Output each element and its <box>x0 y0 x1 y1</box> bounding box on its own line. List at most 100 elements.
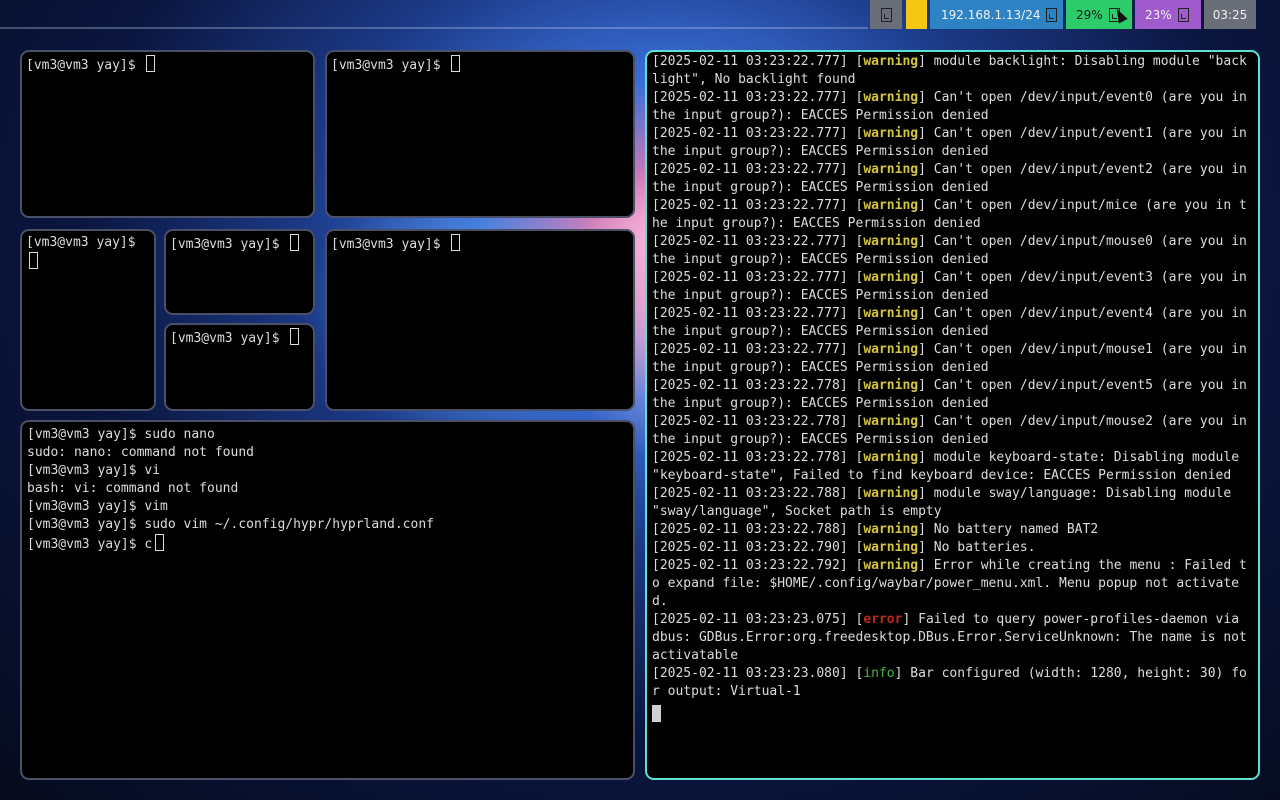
log-entry: [2025-02-11 03:23:22.777] [warning] Can'… <box>652 198 1247 231</box>
log-level: warning <box>863 126 919 141</box>
log-timestamp: [2025-02-11 03:23:22.778] <box>652 450 848 465</box>
log-level: warning <box>863 342 919 357</box>
terminal-text: [vm3@vm3 yay]$ <box>331 237 449 252</box>
terminal-line: [vm3@vm3 yay]$ <box>170 328 309 348</box>
terminal-line: [vm3@vm3 yay]$ <box>170 234 309 254</box>
log-cursor-line <box>652 705 1253 725</box>
terminal-window[interactable]: [vm3@vm3 yay]$ <box>164 229 315 315</box>
text-cursor <box>652 705 661 722</box>
log-timestamp: [2025-02-11 03:23:22.777] <box>652 90 848 105</box>
log-timestamp: [2025-02-11 03:23:22.792] <box>652 558 848 573</box>
text-cursor <box>146 55 156 72</box>
text-cursor <box>451 234 461 251</box>
terminal-text: [vm3@vm3 yay]$ <box>26 235 144 250</box>
terminal-line: [vm3@vm3 yay]$ <box>26 55 309 75</box>
network-address: 192.168.1.13/24 <box>941 7 1041 22</box>
log-entry: [2025-02-11 03:23:22.788] [warning] No b… <box>652 522 1099 537</box>
log-timestamp: [2025-02-11 03:23:22.777] <box>652 306 848 321</box>
text-cursor <box>451 55 461 72</box>
network-module[interactable]: 192.168.1.13/24 <box>930 0 1063 29</box>
log-timestamp: [2025-02-11 03:23:22.777] <box>652 126 848 141</box>
log-level: warning <box>863 234 919 249</box>
log-timestamp: [2025-02-11 03:23:22.778] <box>652 414 848 429</box>
log-entry: [2025-02-11 03:23:22.777] [warning] Can'… <box>652 90 1255 123</box>
text-cursor <box>29 252 38 269</box>
log-level: warning <box>863 378 919 393</box>
log-entry: [2025-02-11 03:23:22.790] [warning] No b… <box>652 540 1036 555</box>
log-level: warning <box>863 450 919 465</box>
log-entry: [2025-02-11 03:23:23.075] [error] Failed… <box>652 612 1255 663</box>
terminal-window-log[interactable]: [2025-02-11 03:23:22.777] [warning] modu… <box>645 50 1260 780</box>
log-timestamp: [2025-02-11 03:23:22.777] <box>652 162 848 177</box>
terminal-window[interactable]: [vm3@vm3 yay]$ <box>325 50 635 218</box>
log-entry: [2025-02-11 03:23:22.777] [warning] Can'… <box>652 126 1255 159</box>
log-level: warning <box>863 198 919 213</box>
log-entry: [2025-02-11 03:23:22.777] [warning] Can'… <box>652 270 1255 303</box>
terminal-line: [vm3@vm3 yay]$ sudo vim ~/.config/hypr/h… <box>27 516 628 534</box>
log-entry: [2025-02-11 03:23:22.792] [warning] Erro… <box>652 558 1247 609</box>
memory-icon <box>1177 7 1189 22</box>
terminal-window[interactable]: [vm3@vm3 yay]$ sudo nano sudo: nano: comm… <box>20 420 635 780</box>
terminal-text: bash: vi: command not found <box>27 481 239 496</box>
log-timestamp: [2025-02-11 03:23:22.777] <box>652 198 848 213</box>
text-cursor <box>290 234 300 251</box>
log-level: warning <box>863 414 919 429</box>
log-timestamp: [2025-02-11 03:23:22.777] <box>652 234 848 249</box>
bar-divider <box>0 27 868 29</box>
log-level: warning <box>863 306 919 321</box>
log-timestamp: [2025-02-11 03:23:22.790] <box>652 540 848 555</box>
idle-inhibitor-module[interactable] <box>870 0 902 29</box>
log-entry: [2025-02-11 03:23:22.778] [warning] Can'… <box>652 414 1255 447</box>
terminal-text: [vm3@vm3 yay]$ <box>331 58 449 73</box>
terminal-text: [vm3@vm3 yay]$ <box>170 331 288 346</box>
text-cursor <box>155 534 165 551</box>
terminal-line: [vm3@vm3 yay]$ <box>331 234 629 254</box>
memory-module[interactable]: 23% <box>1135 0 1201 29</box>
terminal-window[interactable]: [vm3@vm3 yay]$ <box>20 229 156 411</box>
terminal-line: [vm3@vm3 yay]$ sudo nano <box>27 426 628 444</box>
log-level: warning <box>863 522 919 537</box>
terminal-text: [vm3@vm3 yay]$ vi <box>27 463 161 478</box>
terminal-window[interactable]: [vm3@vm3 yay]$ <box>164 323 315 411</box>
terminal-text: [vm3@vm3 yay]$ <box>26 58 144 73</box>
terminal-line: [vm3@vm3 yay]$ <box>26 234 150 272</box>
log-level: warning <box>863 558 919 573</box>
log-level: warning <box>863 540 919 555</box>
terminal-text: [vm3@vm3 yay]$ <box>170 237 288 252</box>
log-entry: [2025-02-11 03:23:23.080] [info] Bar con… <box>652 666 1247 699</box>
log-level: warning <box>863 54 919 69</box>
terminal-line: [vm3@vm3 yay]$ <box>331 55 629 75</box>
terminal-line: [vm3@vm3 yay]$ vim <box>27 498 628 516</box>
log-level: info <box>863 666 895 681</box>
log-level: warning <box>863 162 919 177</box>
terminal-text: [vm3@vm3 yay]$ c <box>27 537 153 552</box>
log-timestamp: [2025-02-11 03:23:22.778] <box>652 378 848 393</box>
log-entry: [2025-02-11 03:23:22.788] [warning] modu… <box>652 486 1240 519</box>
clock-time: 03:25 <box>1212 7 1248 22</box>
cpu-usage: 29% <box>1076 7 1103 22</box>
terminal-window[interactable]: [vm3@vm3 yay]$ <box>325 229 635 411</box>
log-level: error <box>863 612 903 627</box>
window-icon <box>880 7 892 22</box>
log-entry: [2025-02-11 03:23:22.777] [warning] modu… <box>652 54 1247 87</box>
clock-module[interactable]: 03:25 <box>1204 0 1256 29</box>
terminal-text: [vm3@vm3 yay]$ vim <box>27 499 168 514</box>
log-level: warning <box>863 486 919 501</box>
log-message: No batteries. <box>933 540 1036 555</box>
log-timestamp: [2025-02-11 03:23:22.777] <box>652 54 848 69</box>
indicator-module[interactable] <box>906 0 927 29</box>
terminal-line: [vm3@vm3 yay]$ c <box>27 534 628 554</box>
log-entry: [2025-02-11 03:23:22.777] [warning] Can'… <box>652 342 1255 375</box>
log-entry: [2025-02-11 03:23:22.778] [warning] Can'… <box>652 378 1255 411</box>
terminal-line: sudo: nano: command not found <box>27 444 628 462</box>
log-timestamp: [2025-02-11 03:23:22.777] <box>652 270 848 285</box>
terminal-line: [vm3@vm3 yay]$ vi <box>27 462 628 480</box>
terminal-text: sudo: nano: command not found <box>27 445 254 460</box>
log-level: warning <box>863 270 919 285</box>
memory-usage: 23% <box>1145 7 1172 22</box>
log-timestamp: [2025-02-11 03:23:22.777] <box>652 342 848 357</box>
log-message: No battery named BAT2 <box>933 522 1099 537</box>
log-entry: [2025-02-11 03:23:22.777] [warning] Can'… <box>652 306 1255 339</box>
terminal-window[interactable]: [vm3@vm3 yay]$ <box>20 50 315 218</box>
log-timestamp: [2025-02-11 03:23:23.080] <box>652 666 848 681</box>
